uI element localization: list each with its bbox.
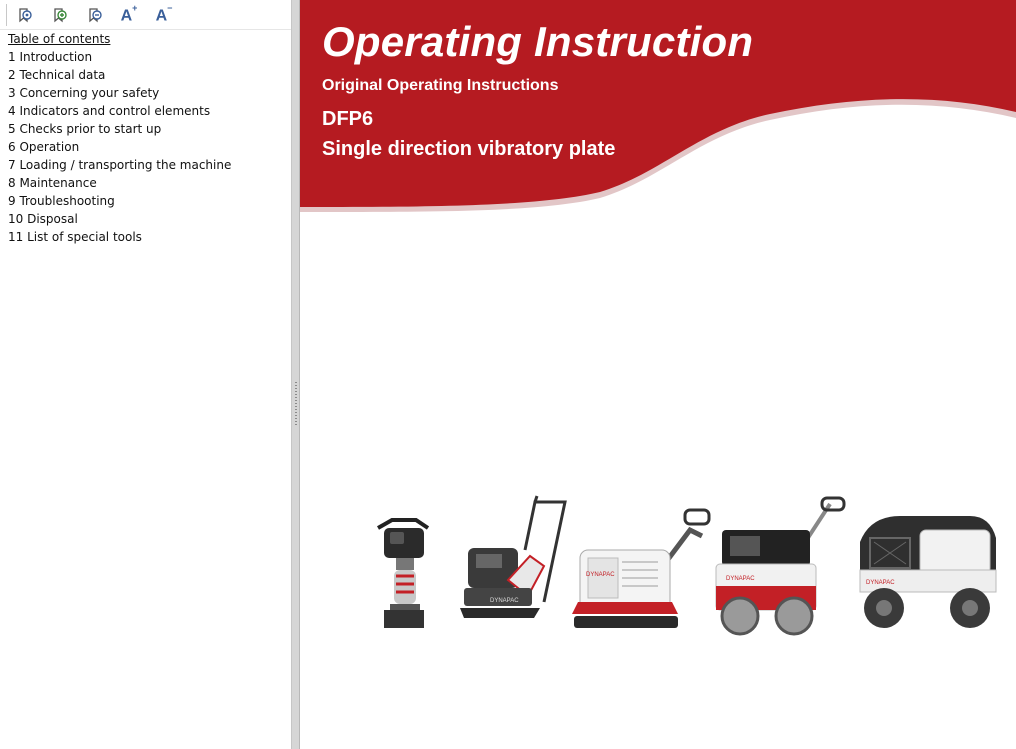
svg-text:DYNAPAC: DYNAPAC xyxy=(726,576,755,582)
toc-title-link[interactable]: Table of contents xyxy=(8,31,231,49)
vibratory-plate-image: DYNAPAC xyxy=(460,495,567,618)
model-number: DFP6 xyxy=(322,108,374,130)
bookmark-add-button[interactable] xyxy=(49,5,71,27)
splitter-grip xyxy=(295,382,297,426)
svg-text:DYNAPAC: DYNAPAC xyxy=(490,598,519,604)
rammer-image xyxy=(377,518,430,628)
product-name: Single direction vibratory plate xyxy=(322,138,616,160)
svg-text:DYNAPAC: DYNAPAC xyxy=(586,572,615,578)
toc-item-loading[interactable]: 7 Loading / transporting the machine xyxy=(8,157,231,175)
svg-text:DYNAPAC: DYNAPAC xyxy=(866,580,895,586)
toolbar-separator xyxy=(6,4,7,26)
panel-splitter[interactable] xyxy=(291,0,300,749)
toc-item-special-tools[interactable]: 11 List of special tools xyxy=(8,229,231,247)
reversible-plate-image: DYNAPAC xyxy=(572,508,711,628)
document-page: Operating Instruction Original Operating… xyxy=(300,0,1016,749)
toc-toolbar: A+ A− xyxy=(0,0,291,30)
bookmark-button[interactable] xyxy=(14,5,36,27)
bookmark-remove-button[interactable] xyxy=(84,5,106,27)
toc-item-introduction[interactable]: 1 Introduction xyxy=(8,49,231,67)
toc-item-checks[interactable]: 5 Checks prior to start up xyxy=(8,121,231,139)
font-decrease-icon: A− xyxy=(155,3,173,25)
document-subtitle: Original Operating Instructions xyxy=(322,77,559,94)
bookmark-remove-icon xyxy=(89,8,102,23)
toc-item-safety[interactable]: 3 Concerning your safety xyxy=(8,85,231,103)
bookmark-add-icon xyxy=(54,8,67,23)
toc-item-troubleshooting[interactable]: 9 Troubleshooting xyxy=(8,193,231,211)
machines-illustration: DYNAPAC DYNAPAC DYNAPAC DYNAPAC xyxy=(377,495,997,636)
font-increase-icon: A+ xyxy=(120,3,138,25)
navigation-panel: A+ A− Table of contents 1 Introduction 2… xyxy=(0,0,291,749)
toc-item-operation[interactable]: 6 Operation xyxy=(8,139,231,157)
font-increase-button[interactable]: A+ xyxy=(118,3,140,27)
document-title: Operating Instruction xyxy=(322,18,754,65)
toc-item-disposal[interactable]: 10 Disposal xyxy=(8,211,231,229)
bookmark-icon xyxy=(19,8,32,23)
table-of-contents: Table of contents 1 Introduction 2 Techn… xyxy=(8,31,231,247)
trench-roller-image: DYNAPAC xyxy=(859,516,997,628)
toc-item-indicators[interactable]: 4 Indicators and control elements xyxy=(8,103,231,121)
toc-item-technical-data[interactable]: 2 Technical data xyxy=(8,67,231,85)
toc-item-maintenance[interactable]: 8 Maintenance xyxy=(8,175,231,193)
duplex-roller-image: DYNAPAC xyxy=(715,496,846,636)
font-decrease-button[interactable]: A− xyxy=(153,3,175,27)
